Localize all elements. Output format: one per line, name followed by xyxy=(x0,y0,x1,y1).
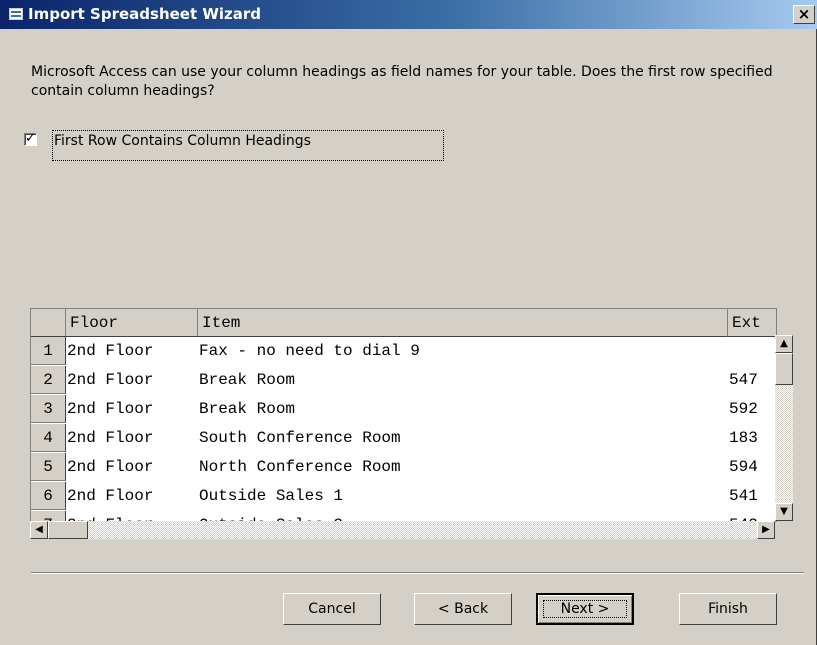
cell-ext xyxy=(728,337,776,365)
cell-ext: 541 xyxy=(729,487,758,505)
down-arrow-icon: ▼ xyxy=(780,506,788,517)
first-row-headings-label[interactable]: First Row Contains Column Headings xyxy=(52,130,444,161)
window-title: Import Spreadsheet Wizard xyxy=(28,5,262,23)
close-button[interactable]: × xyxy=(793,5,815,24)
next-button[interactable]: Next > xyxy=(536,593,634,625)
prompt-text: Microsoft Access can use your column hea… xyxy=(31,64,773,99)
cell-floor: 2nd Floor xyxy=(67,342,154,360)
first-row-headings-checkbox[interactable]: ✓ xyxy=(24,131,37,146)
scroll-left-button[interactable]: ◀ xyxy=(30,521,48,539)
cell-item: South Conference Room xyxy=(199,429,401,447)
row-number[interactable]: 6 xyxy=(31,482,66,510)
row-number[interactable]: 1 xyxy=(31,337,66,365)
cell-ext: 594 xyxy=(729,458,758,476)
cell-item: North Conference Room xyxy=(199,458,401,476)
import-spreadsheet-wizard-window: Import Spreadsheet Wizard × Microsoft Ac… xyxy=(0,0,817,645)
table-icon xyxy=(9,8,23,20)
cell-item: Fax - no need to dial 9 xyxy=(199,342,420,360)
row-number[interactable]: 2 xyxy=(31,366,66,394)
column-header-item[interactable]: Item xyxy=(198,309,728,337)
cell-item: Break Room xyxy=(199,371,296,389)
cell-item: Break Room xyxy=(199,400,296,418)
cell-floor: 2nd Floor xyxy=(67,400,154,418)
scroll-right-button[interactable]: ▶ xyxy=(757,521,775,539)
grid-corner xyxy=(31,309,66,337)
row-number[interactable]: 5 xyxy=(31,453,66,481)
horizontal-scroll-thumb[interactable] xyxy=(48,521,88,539)
next-button-label: Next > xyxy=(560,601,610,617)
scroll-up-button[interactable]: ▲ xyxy=(775,335,793,353)
cell-ext: 183 xyxy=(729,429,758,447)
column-header-ext[interactable]: Ext xyxy=(728,309,776,337)
separator-highlight xyxy=(31,573,804,574)
preview-grid[interactable]: Floor Item Ext 1 2nd Floor Fax - no need… xyxy=(30,308,777,522)
cancel-button[interactable]: Cancel xyxy=(283,593,381,625)
row-number[interactable]: 4 xyxy=(31,424,66,452)
vertical-scroll-thumb[interactable] xyxy=(775,353,793,385)
cell-floor: 2nd Floor xyxy=(67,429,154,447)
up-arrow-icon: ▲ xyxy=(780,338,788,349)
cell-floor: 2nd Floor xyxy=(67,458,154,476)
checkmark-icon: ✓ xyxy=(25,131,36,146)
scroll-down-button[interactable]: ▼ xyxy=(775,503,793,521)
left-arrow-icon: ◀ xyxy=(35,524,43,535)
cell-item: Outside Sales 1 xyxy=(199,487,344,505)
row-number[interactable]: 3 xyxy=(31,395,66,423)
finish-button[interactable]: Finish xyxy=(679,593,777,625)
right-arrow-icon: ▶ xyxy=(762,524,770,535)
vertical-scrollbar[interactable]: ▲ ▼ xyxy=(775,335,793,521)
horizontal-scrollbar[interactable]: ◀ ▶ xyxy=(30,521,775,539)
cell-ext: 547 xyxy=(729,371,758,389)
back-button[interactable]: < Back xyxy=(414,593,512,625)
cell-ext: 592 xyxy=(729,400,758,418)
cell-floor: 2nd Floor xyxy=(67,371,154,389)
title-bar[interactable]: Import Spreadsheet Wizard × xyxy=(0,0,817,29)
column-header-floor[interactable]: Floor xyxy=(66,309,198,337)
cell-floor: 2nd Floor xyxy=(67,487,154,505)
